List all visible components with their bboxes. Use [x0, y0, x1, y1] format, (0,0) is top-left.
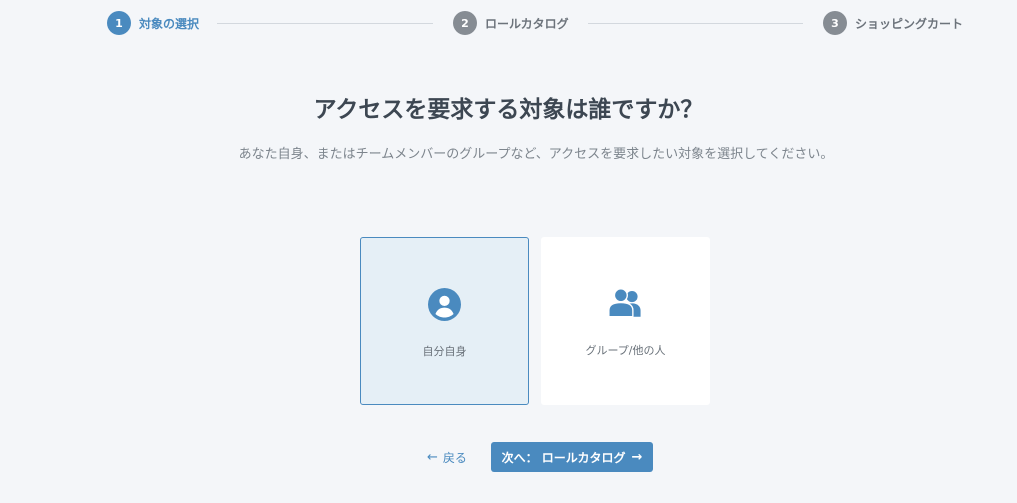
step-label: 対象の選択 — [139, 16, 200, 31]
step-connector — [217, 23, 433, 24]
option-group-card[interactable]: グループ/他の人 — [541, 237, 710, 405]
step-number-badge: 2 — [453, 11, 477, 35]
step-label: ショッピングカート — [855, 16, 964, 31]
step-number-badge: 1 — [107, 11, 131, 35]
step-role-catalog[interactable]: 2 ロールカタログ — [453, 11, 569, 35]
step-number-badge: 3 — [823, 11, 847, 35]
next-button-label: 次へ： ロールカタログ — [501, 450, 626, 465]
users-group-icon — [607, 285, 644, 321]
arrow-right-icon: → — [631, 449, 643, 465]
back-button-label: 戻る — [442, 451, 467, 465]
arrow-left-icon: ← — [427, 450, 438, 465]
option-self-card[interactable]: 自分自身 — [360, 237, 529, 405]
page-subtitle: あなた自身、またはチームメンバーのグループなど、アクセスを要求したい対象を選択し… — [238, 147, 834, 162]
step-shopping-cart[interactable]: 3 ショッピングカート — [823, 11, 963, 35]
stepper: 1 対象の選択 2 ロールカタログ 3 ショッピングカート — [107, 11, 967, 37]
option-label: 自分自身 — [422, 345, 467, 358]
page: 1 対象の選択 2 ロールカタログ 3 ショッピングカート アクセスを要求する対… — [0, 0, 1017, 503]
step-label: ロールカタログ — [485, 16, 569, 31]
page-title: アクセスを要求する対象は誰ですか？ — [313, 97, 704, 123]
back-button[interactable]: ← 戻る — [427, 449, 467, 466]
user-circle-icon — [427, 286, 463, 322]
next-button[interactable]: 次へ： ロールカタログ → — [491, 442, 653, 472]
step-connector — [588, 23, 803, 24]
option-label: グループ/他の人 — [585, 344, 666, 357]
step-select-target[interactable]: 1 対象の選択 — [107, 11, 199, 35]
target-options: 自分自身 グループ/他の人 — [360, 237, 710, 405]
